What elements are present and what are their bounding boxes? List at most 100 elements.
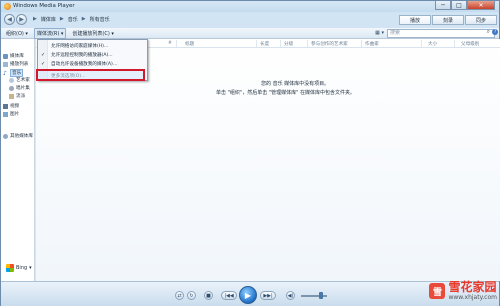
shuffle-button[interactable]: ⇄ [175,291,184,300]
breadcrumb-music[interactable]: 音乐 [68,16,78,23]
breadcrumb-all-music[interactable]: 所有音乐 [90,16,110,23]
stop-button[interactable]: ■ [204,291,213,300]
organize-button[interactable]: 组织(O) ▾ [4,29,30,38]
next-button[interactable]: ▶▶| [260,291,276,300]
menu-item-allow-internet-access[interactable]: 允许网络访问家庭媒体(H)... [38,42,147,50]
tab-sync[interactable]: 同步 [465,15,497,25]
playlist-icon [3,61,8,67]
sidebar-item-label: 媒体库 [10,54,24,59]
column-header-number[interactable]: # [168,41,172,46]
mute-button[interactable]: ◀) [286,291,295,300]
sidebar-item-pictures[interactable]: 图片 [3,111,19,117]
stream-button[interactable]: 媒体流(R) ▾ [33,27,67,39]
volume-slider-thumb[interactable] [319,292,323,299]
maximize-button[interactable]: □ [451,1,467,10]
column-header-parental-rating[interactable]: 父母级别 [461,41,479,47]
watermark-title: 雪花家园 [448,280,497,294]
sidebar-item-music[interactable]: ♪ 音乐 [3,69,24,77]
column-divider [307,40,308,47]
close-button[interactable]: ✕ [467,1,495,10]
toolbar: 组织(O) ▾ 媒体流(R) ▾ 创建播放列表(C) ▾ ▦ ▾ 搜索 ⌕ ? [1,27,499,39]
empty-library-message: 您的 音乐 媒体库中没有项目。 [261,81,330,87]
create-playlist-button[interactable]: 创建播放列表(C) ▾ [70,29,116,38]
chevron-down-icon: ▾ [29,265,32,271]
player-controls: ⇄ ↻ ■ |◀◀ ▶ ▶▶| ◀) 雪 雪花家园 www.xhjaty.com [1,281,499,306]
sidebar-item-videos[interactable]: 视频 [3,103,19,109]
chevron-right-icon: ▶ [59,16,64,22]
bing-label: Bing [16,265,28,271]
column-header-rating[interactable]: 分级 [284,41,293,47]
navigation-pane: 媒体库 播放列表 ♪ 音乐 艺术家 唱片集 流派 视频 图片 其他媒体库 [1,39,35,281]
sidebar-item-library[interactable]: 媒体库 [3,53,24,59]
artist-icon [9,77,14,83]
sidebar-item-label: 播放列表 [10,62,29,67]
library-icon [3,53,8,59]
previous-button[interactable]: |◀◀ [221,291,237,300]
sidebar-item-artist[interactable]: 艺术家 [9,77,30,83]
sidebar-item-other-libraries[interactable]: 其他媒体库 [3,133,33,139]
title-bar: Windows Media Player ─ □ ✕ [1,1,499,12]
empty-library-hint: 单击 "组织"，然后单击 "管理媒体库" 在媒体库中包含文件夹。 [216,90,355,96]
sidebar-item-label: 其他媒体库 [10,134,33,139]
menu-item-label: 允许远程控制我的播放器(A)... [51,53,113,58]
menu-item-label: 自动允许设备播放我的媒体(A)... [51,62,118,67]
window-controls: ─ □ ✕ [435,1,495,10]
chevron-right-icon: ▶ [81,16,86,22]
column-divider [256,40,257,47]
column-header-composer[interactable]: 作曲家 [365,41,379,47]
column-divider [280,40,281,47]
album-icon [9,85,14,91]
sidebar-item-playlists[interactable]: 播放列表 [3,61,28,67]
wmp-logo-icon [4,3,11,10]
view-options-button[interactable]: ▦ ▾ [375,30,384,36]
sidebar-item-label: 图片 [10,112,20,117]
video-icon [3,103,8,109]
chevron-right-icon: ▶ [33,16,37,22]
watermark-text: 雪花家园 www.xhjaty.com [448,280,497,302]
column-header-size[interactable]: 大小 [428,41,437,47]
sidebar-item-label: 视频 [10,104,20,109]
column-header-artist[interactable]: 参与创作的艺术家 [311,41,348,47]
play-button[interactable]: ▶ [239,286,257,304]
tab-burn[interactable]: 刻录 [432,15,464,25]
breadcrumb-library[interactable]: 媒体库 [41,16,56,23]
picture-icon [3,111,8,117]
column-divider [361,40,362,47]
column-divider [454,40,455,47]
checkmark-icon: ✓ [41,61,46,67]
genre-icon [9,93,14,99]
sidebar-item-genre[interactable]: 流派 [9,93,25,99]
back-button[interactable]: ◀ [4,14,15,25]
help-icon[interactable]: ? [492,29,498,35]
search-input[interactable]: 搜索 [387,29,495,38]
window-title: Windows Media Player [13,3,75,9]
volume-slider[interactable] [301,295,327,297]
column-header-length[interactable]: 长度 [260,41,269,47]
column-divider [176,40,177,47]
tab-play[interactable]: 播放 [399,15,431,25]
sidebar-item-label: 唱片集 [16,86,30,91]
other-libraries-icon [3,133,8,139]
sidebar-item-label: 音乐 [10,69,24,77]
bing-search[interactable]: Bing ▾ [6,264,32,272]
sidebar-item-label: 艺术家 [16,78,30,83]
column-header-title[interactable]: 标题 [185,41,194,47]
checkmark-icon: ✓ [41,52,46,58]
watermark-url: www.xhjaty.com [448,294,497,301]
search-icon[interactable]: ⌕ [487,28,490,36]
menu-item-allow-remote-control[interactable]: ✓ 允许远程控制我的播放器(A)... [38,51,147,59]
breadcrumb: ▶ 媒体库 ▶ 音乐 ▶ 所有音乐 [33,16,110,23]
menu-item-label: 允许网络访问家庭媒体(H)... [51,44,109,49]
repeat-button[interactable]: ↻ [187,291,196,300]
highlight-box [36,69,145,81]
minimize-button[interactable]: ─ [435,1,451,10]
forward-button[interactable]: ▶ [16,14,27,25]
wmp-window: Windows Media Player ─ □ ✕ ◀ ▶ ▶ 媒体库 ▶ 音… [0,0,500,306]
right-tabs: 播放 刻录 同步 [398,15,497,25]
windows-logo-icon [6,264,14,272]
menu-item-allow-devices[interactable]: ✓ 自动允许设备播放我的媒体(A)... [38,60,147,68]
watermark: 雪 雪花家园 www.xhjaty.com [429,281,497,301]
column-divider [421,40,422,47]
sidebar-item-album[interactable]: 唱片集 [9,85,30,91]
music-note-icon: ♪ [3,69,7,77]
